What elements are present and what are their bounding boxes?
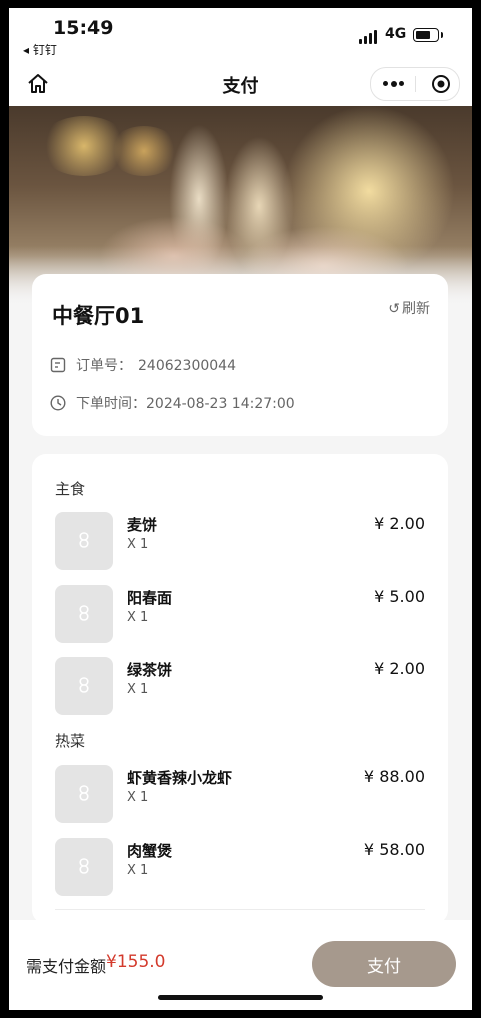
amount-label: 需支付金额 xyxy=(26,957,107,976)
image-placeholder-icon xyxy=(55,657,113,715)
target-icon[interactable] xyxy=(431,74,451,94)
refresh-icon: ↺ xyxy=(388,301,400,317)
item-price: ¥ 5.00 xyxy=(374,587,425,606)
item-price: ¥ 2.00 xyxy=(374,514,425,533)
receipt-icon xyxy=(50,357,66,373)
back-to-app-link[interactable]: ◂ 钉钉 xyxy=(23,41,57,58)
item-quantity: X 1 xyxy=(127,537,149,552)
status-bar: 15:49 ◂ 钉钉 4G xyxy=(9,8,472,60)
item-name: 麦饼 xyxy=(127,516,158,534)
item-quantity: X 1 xyxy=(127,790,149,805)
image-placeholder-icon xyxy=(55,512,113,570)
list-item: 麦饼 X 1 ¥ 2.00 xyxy=(55,512,425,570)
order-number-row: 订单号： 24062300044 xyxy=(50,355,236,375)
pay-button[interactable]: 支付 xyxy=(312,941,456,987)
nav-bar: 支付 xyxy=(9,60,472,106)
battery-icon xyxy=(413,28,443,42)
order-number: 24062300044 xyxy=(138,358,236,374)
image-placeholder-icon xyxy=(55,765,113,823)
signal-icon xyxy=(359,30,381,44)
order-items-card: 主食 麦饼 X 1 ¥ 2.00 阳春面 X 1 ¥ 5.00 绿茶饼 X 1 … xyxy=(32,454,448,924)
status-time: 15:49 xyxy=(53,17,114,39)
order-number-label: 订单号： xyxy=(76,358,132,374)
list-item: 肉蟹煲 X 1 ¥ 58.00 xyxy=(55,838,425,896)
phone-screen: 15:49 ◂ 钉钉 4G 支付 中餐厅01 ↺ 刷新 订单号： 2406230… xyxy=(9,8,472,1010)
refresh-button[interactable]: ↺ 刷新 xyxy=(388,298,430,318)
home-indicator xyxy=(158,995,323,1000)
list-item: 绿茶饼 X 1 ¥ 2.00 xyxy=(55,657,425,715)
amount-due: ¥155.0 xyxy=(106,952,166,972)
order-time: 2024-08-23 14:27:00 xyxy=(146,396,295,412)
list-item: 虾黄香辣小龙虾 X 1 ¥ 88.00 xyxy=(55,765,425,823)
item-quantity: X 1 xyxy=(127,863,149,878)
image-placeholder-icon xyxy=(55,838,113,896)
item-name: 绿茶饼 xyxy=(127,661,173,679)
image-placeholder-icon xyxy=(55,585,113,643)
mini-program-capsule xyxy=(370,67,460,101)
divider xyxy=(55,909,425,910)
refresh-label: 刷新 xyxy=(402,301,430,317)
category-label: 主食 xyxy=(55,480,86,498)
item-quantity: X 1 xyxy=(127,682,149,697)
category-label: 热菜 xyxy=(55,732,86,750)
item-quantity: X 1 xyxy=(127,610,149,625)
item-name: 阳春面 xyxy=(127,589,173,607)
list-item: 阳春面 X 1 ¥ 5.00 xyxy=(55,585,425,643)
clock-icon xyxy=(50,395,66,411)
order-time-label: 下单时间： xyxy=(76,396,146,412)
order-time-row: 下单时间：2024-08-23 14:27:00 xyxy=(50,393,295,413)
store-name: 中餐厅01 xyxy=(52,304,145,328)
item-name: 虾黄香辣小龙虾 xyxy=(127,769,233,787)
item-name: 肉蟹煲 xyxy=(127,842,173,860)
store-card: 中餐厅01 ↺ 刷新 订单号： 24062300044 下单时间：2024-08-2… xyxy=(32,274,448,436)
more-icon[interactable] xyxy=(383,80,405,87)
item-price: ¥ 88.00 xyxy=(363,767,425,786)
network-type: 4G xyxy=(385,26,407,42)
item-price: ¥ 2.00 xyxy=(374,659,425,678)
checkout-bar: 需支付金额 ¥155.0 支付 xyxy=(9,920,472,1010)
item-price: ¥ 58.00 xyxy=(363,840,425,859)
